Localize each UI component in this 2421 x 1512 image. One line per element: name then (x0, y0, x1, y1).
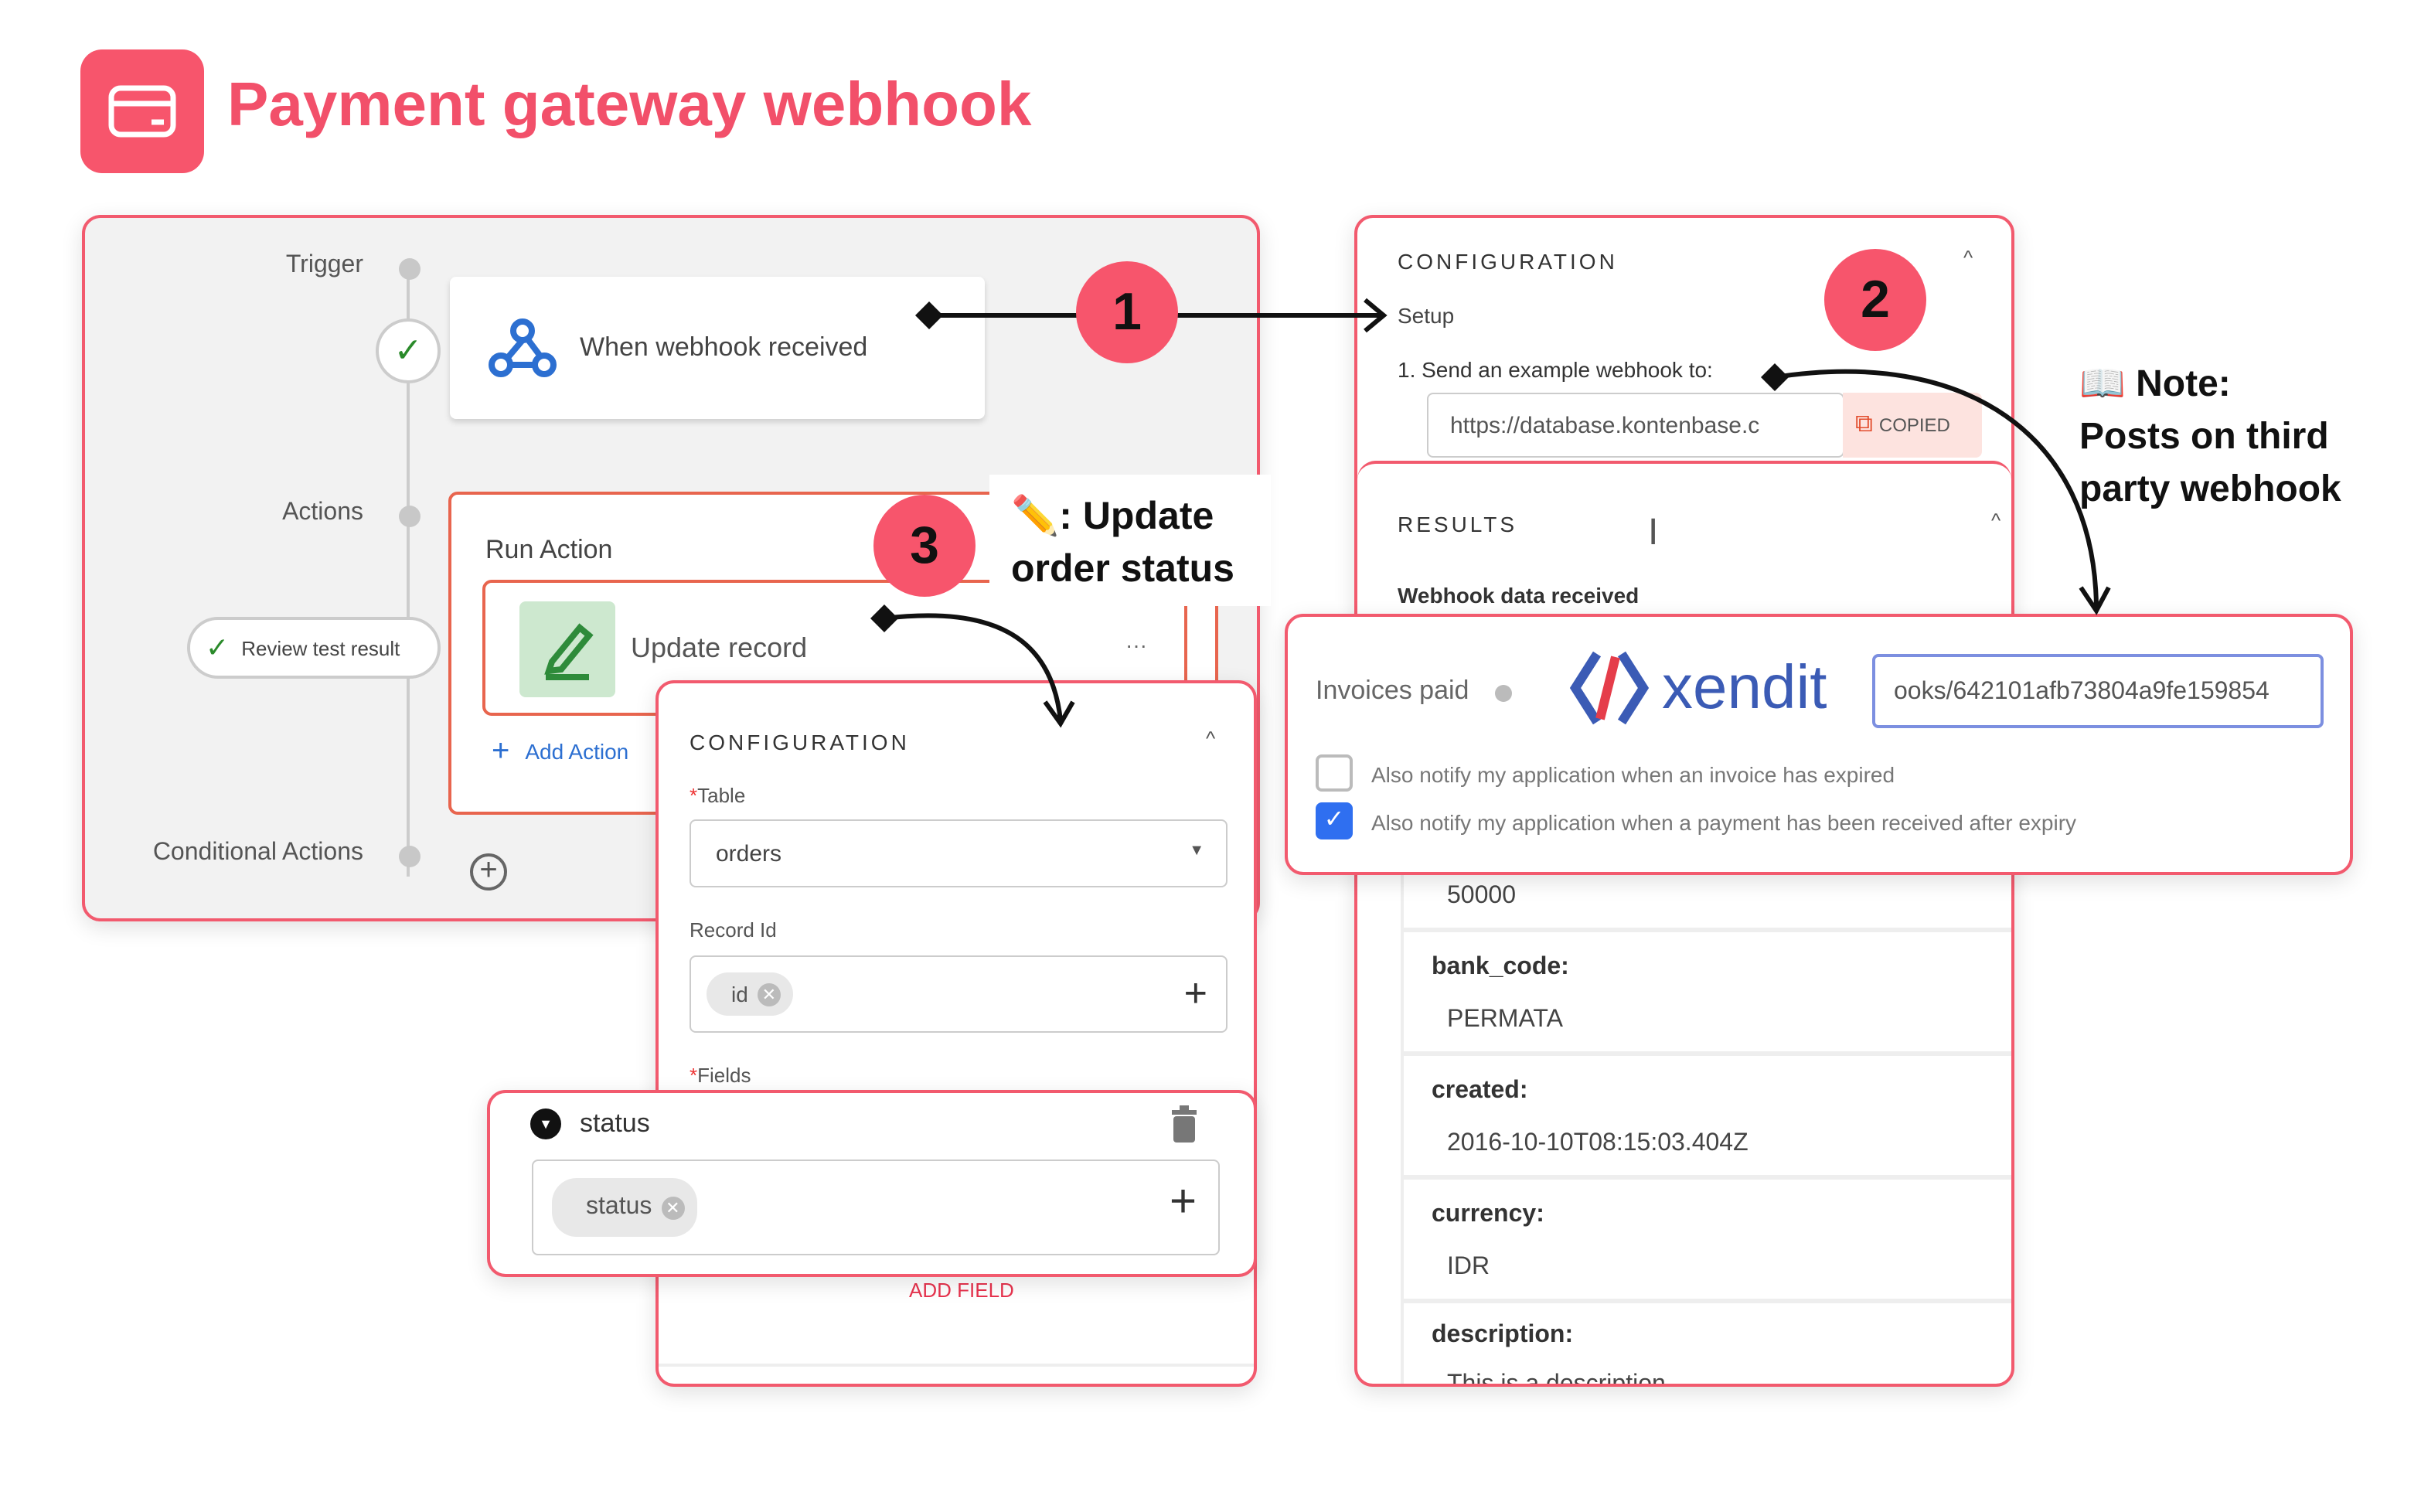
more-options-icon[interactable]: ··· (1125, 632, 1147, 657)
results-title: RESULTS (1398, 512, 1518, 536)
conditional-actions-label: Conditional Actions (152, 839, 363, 866)
fields-label: Fields (697, 1064, 751, 1087)
pencil-icon (519, 601, 615, 697)
note-callout: 📖 Note: Posts on third party webhook (2079, 363, 2341, 510)
plus-icon: + (492, 734, 510, 768)
setup-label: Setup (1398, 303, 1455, 328)
xendit-logo: xendit (1569, 648, 1827, 728)
remove-chip-icon[interactable]: ✕ (661, 1196, 685, 1219)
invoices-paid-label: Invoices paid (1316, 676, 1469, 705)
table-select[interactable]: orders ▼ (690, 819, 1228, 887)
trigger-label: Trigger (285, 252, 363, 278)
record-id-chip: id ✕ (707, 972, 793, 1016)
record-id-label: Record Id (690, 918, 777, 942)
actions-label: Actions (282, 499, 363, 526)
step-2-badge: 2 (1824, 249, 1926, 351)
config-title: CONFIGURATION (1398, 249, 1618, 274)
add-conditional-icon[interactable]: + (470, 853, 507, 891)
status-chip: status ✕ (552, 1178, 697, 1237)
remove-chip-icon[interactable]: ✕ (757, 982, 781, 1006)
credit-card-icon (108, 85, 176, 138)
pencil-emoji-icon: ✏️ (1011, 495, 1060, 538)
header-icon-box (80, 49, 204, 173)
status-field-name: status (580, 1108, 650, 1138)
add-icon[interactable]: + (1170, 1177, 1197, 1229)
trigger-card[interactable]: When webhook received (450, 277, 985, 419)
result-row: bank_code: PERMATA (1401, 932, 2011, 1056)
book-icon: 📖 (2079, 363, 2126, 405)
result-row: created: 2016-10-10T08:15:03.404Z (1401, 1056, 2011, 1180)
update-note-callout: ✏️: Update order status (989, 475, 1271, 606)
collapse-toggle-icon[interactable]: ▼ (530, 1108, 561, 1139)
update-record-label: Update record (631, 632, 808, 663)
collapse-icon[interactable]: ^ (1991, 509, 2000, 532)
trigger-card-label: When webhook received (580, 332, 868, 362)
copy-icon: ⧉ (1855, 411, 1873, 438)
xendit-webhook-settings: Invoices paid xendit ooks/642101afb73804… (1285, 614, 2353, 875)
config-title: CONFIGURATION (690, 730, 910, 754)
amount-value: 50000 (1447, 883, 1516, 909)
add-icon[interactable]: + (1184, 969, 1207, 1017)
webhook-url-input[interactable]: https://database.kontenbase.c (1427, 393, 1844, 458)
step-3-badge: 3 (873, 495, 976, 597)
dropdown-caret-icon: ▼ (1189, 843, 1204, 860)
info-icon (1495, 685, 1512, 702)
status-value-input[interactable]: status ✕ + (532, 1160, 1220, 1255)
webhook-icon (489, 318, 557, 377)
webhook-url-field[interactable]: ooks/642101afb73804a9fe159854 (1872, 654, 2324, 728)
review-test-result-button[interactable]: ✓ Review test result (187, 617, 441, 679)
result-row: currency: IDR (1401, 1180, 2011, 1303)
trash-icon[interactable] (1170, 1105, 1198, 1143)
trigger-check-icon: ✓ (376, 318, 441, 383)
step-1-badge: 1 (1076, 261, 1178, 363)
add-field-button[interactable]: ADD FIELD (909, 1279, 1014, 1302)
table-label: Table (697, 784, 746, 807)
record-id-input[interactable]: id ✕ + (690, 955, 1228, 1033)
record-config-panel: CONFIGURATION ^ *Table orders ▼ Record Id… (655, 680, 1257, 1387)
step-label: 1. Send an example webhook to: (1398, 357, 1713, 382)
run-action-label: Run Action (485, 535, 613, 564)
after-expiry-checkbox[interactable]: ✓ (1316, 802, 1353, 839)
status-field-card: ▼ status status ✕ + (487, 1090, 1257, 1277)
result-row: description: This is a description (1432, 1322, 1666, 1387)
page-title: Payment gateway webhook (227, 71, 1032, 139)
results-subtitle: Webhook data received (1398, 583, 1640, 608)
copy-button[interactable]: ⧉ COPIED (1843, 393, 1982, 458)
collapse-icon[interactable]: ^ (1963, 246, 1973, 269)
after-expiry-option-label: Also notify my application when a paymen… (1371, 810, 2077, 835)
collapse-icon[interactable]: ^ (1206, 727, 1215, 750)
text-cursor-icon: I (1648, 512, 1659, 553)
check-icon: ✓ (206, 632, 230, 662)
expired-checkbox[interactable] (1316, 754, 1353, 792)
add-action-button[interactable]: + Add Action (492, 734, 628, 768)
expired-option-label: Also notify my application when an invoi… (1371, 762, 1895, 787)
